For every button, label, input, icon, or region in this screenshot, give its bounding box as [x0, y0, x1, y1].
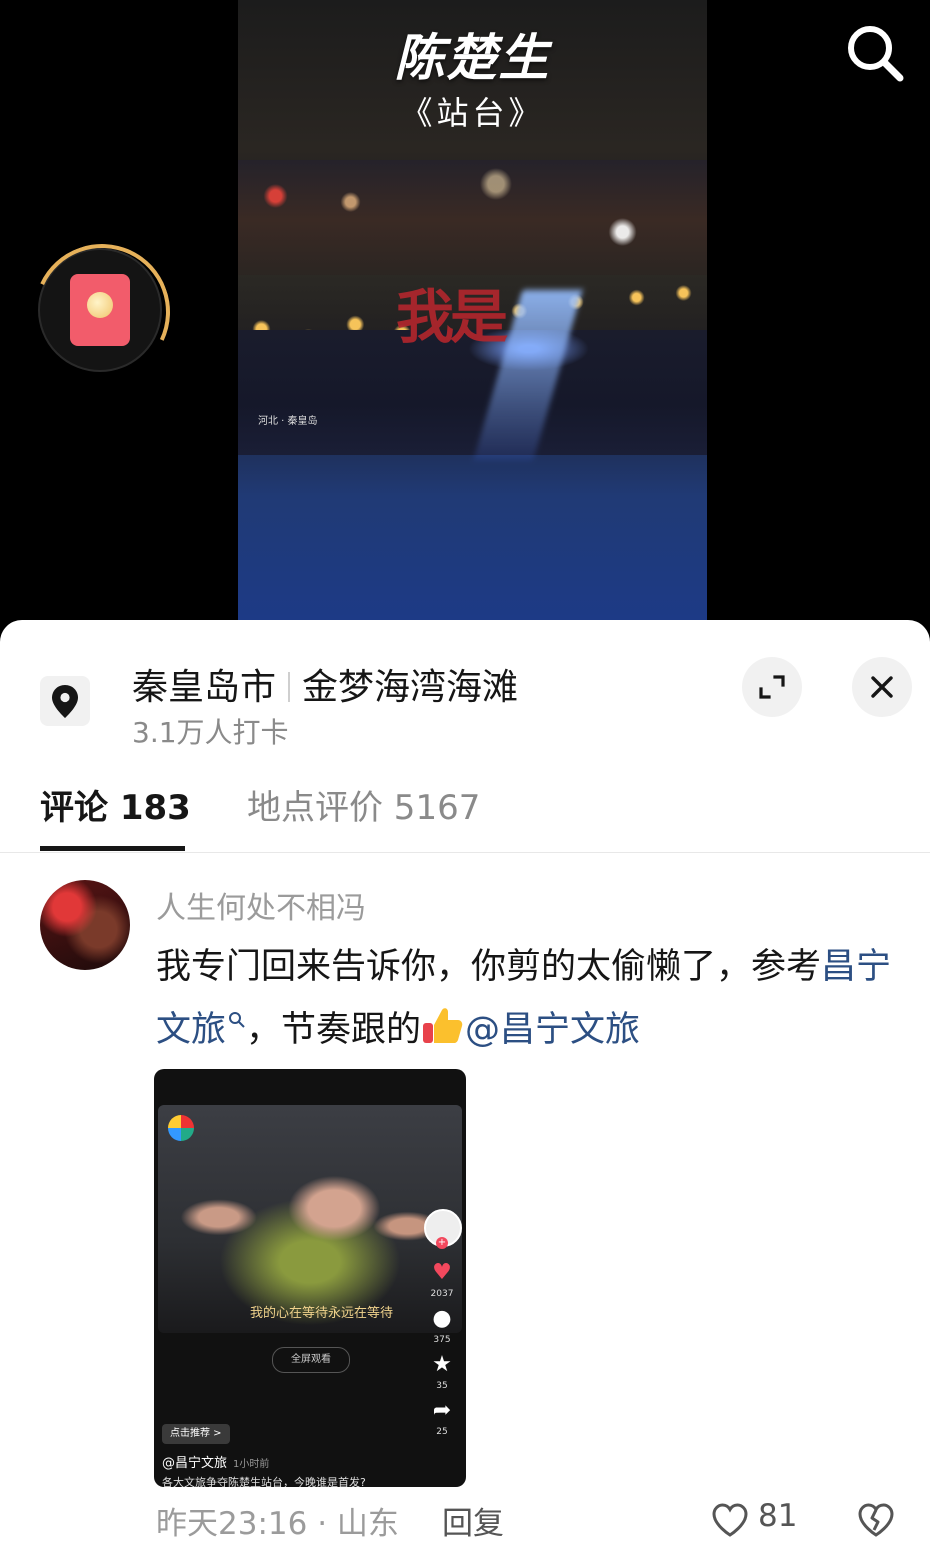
comment-username[interactable]: 人生何处不相冯: [156, 883, 366, 927]
thumbs-up-emoji-icon: [423, 1008, 463, 1043]
like-button[interactable]: [710, 1501, 750, 1539]
close-button[interactable]: [852, 657, 912, 717]
place-name[interactable]: 秦皇岛市 金梦海湾海滩: [132, 658, 518, 710]
tabs-divider: [0, 852, 930, 853]
embedded-video-thumbnail: 我的心在等待永远在等待: [158, 1105, 462, 1333]
embedded-comments: 375: [433, 1335, 451, 1345]
meta-separator: ·: [317, 1506, 328, 1542]
expand-icon: [759, 675, 785, 699]
star-icon[interactable]: ★: [422, 1351, 462, 1379]
red-packet-seal-icon: [87, 292, 113, 318]
embedded-shares: 25: [436, 1427, 448, 1437]
embedded-description: 各大文旅争夺陈楚生站台，今晚谁是首发?: [162, 1476, 366, 1487]
like-count: 81: [758, 1498, 798, 1534]
embedded-author[interactable]: @昌宁文旅 1小时前: [162, 1452, 269, 1471]
video-subtitle: 《站台》: [400, 94, 545, 132]
search-button[interactable]: [842, 20, 908, 86]
comment-time: 昨天23:16: [156, 1506, 308, 1542]
tab-place-reviews[interactable]: 地点评价 5167: [247, 780, 480, 829]
embedded-video-actions: ♥ 2037 ● 375 ★ 35 ➦ 25: [422, 1259, 462, 1487]
tab-comments[interactable]: 评论 183: [40, 780, 191, 829]
embedded-video-card[interactable]: 我的心在等待永远在等待 全屏观看 + ♥ 2037 ● 375 ★ 35 ➦ 2…: [154, 1069, 466, 1487]
location-comments-sheet: 秦皇岛市 金梦海湾海滩 3.1万人打卡 评论 183 地点评价 5167 人生何处…: [0, 620, 930, 1557]
comment-meta: 昨天23:16 · 山东: [156, 1498, 399, 1543]
embedded-post-time: 1小时前: [233, 1459, 270, 1470]
tab-active-indicator: [40, 846, 185, 851]
embedded-video-lyric: 我的心在等待永远在等待: [250, 1306, 394, 1321]
fullscreen-button[interactable]: 全屏观看: [272, 1347, 350, 1373]
location-pin-icon: [40, 676, 90, 726]
video-overlay-word: 我是: [396, 283, 508, 351]
heart-outline-icon: [712, 1503, 748, 1537]
comment-region: 山东: [336, 1506, 399, 1542]
video-title: 陈楚生: [394, 29, 551, 87]
expand-button[interactable]: [742, 657, 802, 717]
heart-icon[interactable]: ♥: [422, 1259, 462, 1287]
search-sup-icon: [229, 1012, 245, 1028]
close-icon: [871, 676, 893, 698]
share-arrow-icon[interactable]: ➦: [422, 1397, 462, 1425]
mention-link[interactable]: @昌宁文旅: [465, 1010, 640, 1050]
comment-text-part-1: 我专门回来告诉你，你剪的太偷懒了，参考: [156, 947, 822, 987]
video-player[interactable]: 我是 河北 · 秦皇岛 陈楚生 《站台》: [0, 0, 930, 650]
checkin-count: 3.1万人打卡: [132, 716, 289, 749]
reply-button[interactable]: 回复: [442, 1498, 504, 1543]
avatar[interactable]: [40, 880, 130, 970]
recommend-button[interactable]: 点击推荐 >: [162, 1424, 230, 1444]
channel-logo-icon: [168, 1115, 194, 1141]
place-divider: [288, 672, 291, 702]
comment-text-part-2: ，节奏跟的: [246, 1010, 422, 1050]
broken-heart-icon: [858, 1503, 894, 1537]
place-spot: 金梦海湾海滩: [302, 667, 519, 708]
embedded-favorites: 35: [436, 1381, 448, 1391]
video-location-tag: 河北 · 秦皇岛: [258, 416, 318, 427]
comment-text: 我专门回来告诉你，你剪的太偷懒了，参考昌宁文旅 ，节奏跟的 @昌宁文旅: [156, 936, 896, 1062]
follow-plus-icon[interactable]: +: [436, 1237, 448, 1249]
search-icon: [848, 26, 904, 82]
place-city: 秦皇岛市: [132, 667, 277, 708]
red-packet-button[interactable]: [14, 224, 190, 400]
embedded-likes: 2037: [430, 1289, 454, 1299]
video-frame[interactable]: 我是 河北 · 秦皇岛 陈楚生 《站台》: [238, 0, 707, 620]
dislike-button[interactable]: [856, 1501, 896, 1539]
embedded-author-name: @昌宁文旅: [162, 1456, 228, 1471]
video-scene-city: [238, 160, 707, 280]
comment-bubble-icon[interactable]: ●: [422, 1305, 462, 1333]
